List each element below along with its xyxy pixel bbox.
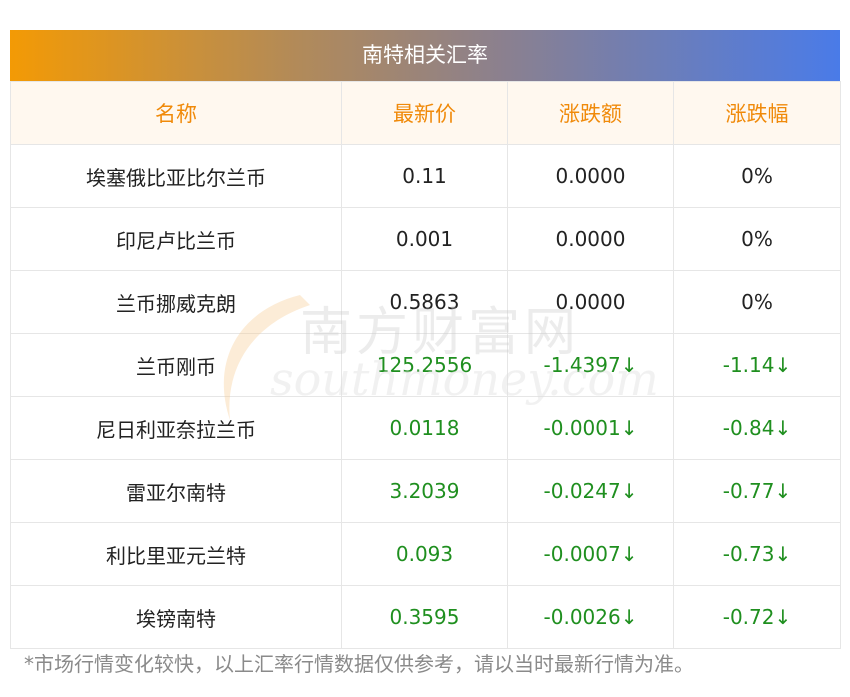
- cell-pct: -1.14↓: [673, 333, 841, 397]
- cell-price: 0.5863: [341, 270, 508, 334]
- cell-change: -0.0001↓: [507, 396, 674, 460]
- cell-pct: 0%: [673, 207, 841, 271]
- cell-price: 0.11: [341, 144, 508, 208]
- cell-name: 雷亚尔南特: [10, 459, 342, 523]
- header-row: 名称 最新价 涨跌额 涨跌幅: [10, 81, 841, 145]
- col-header-pct: 涨跌幅: [673, 81, 841, 145]
- table-title: 南特相关汇率: [10, 30, 840, 81]
- cell-pct: -0.72↓: [673, 585, 841, 649]
- cell-price: 3.2039: [341, 459, 508, 523]
- cell-change: -1.4397↓: [507, 333, 674, 397]
- col-header-name: 名称: [10, 81, 342, 145]
- cell-change: 0.0000: [507, 207, 674, 271]
- cell-pct: 0%: [673, 270, 841, 334]
- cell-change: -0.0007↓: [507, 522, 674, 586]
- table-row: 埃镑南特 0.3595 -0.0026↓ -0.72↓: [10, 585, 841, 649]
- table-row: 尼日利亚奈拉兰币 0.0118 -0.0001↓ -0.84↓: [10, 396, 841, 460]
- cell-change: -0.0247↓: [507, 459, 674, 523]
- cell-pct: 0%: [673, 144, 841, 208]
- table-row: 印尼卢比兰币 0.001 0.0000 0%: [10, 207, 841, 271]
- cell-name: 印尼卢比兰币: [10, 207, 342, 271]
- cell-name: 埃塞俄比亚比尔兰币: [10, 144, 342, 208]
- cell-name: 兰币刚币: [10, 333, 342, 397]
- cell-price: 0.3595: [341, 585, 508, 649]
- cell-pct: -0.73↓: [673, 522, 841, 586]
- table-row: 兰币刚币 125.2556 -1.4397↓ -1.14↓: [10, 333, 841, 397]
- table-row: 兰币挪威克朗 0.5863 0.0000 0%: [10, 270, 841, 334]
- cell-change: -0.0026↓: [507, 585, 674, 649]
- disclaimer-note: *市场行情变化较快，以上汇率行情数据仅供参考，请以当时最新行情为准。: [24, 652, 694, 676]
- cell-change: 0.0000: [507, 144, 674, 208]
- cell-change: 0.0000: [507, 270, 674, 334]
- cell-pct: -0.77↓: [673, 459, 841, 523]
- table-row: 雷亚尔南特 3.2039 -0.0247↓ -0.77↓: [10, 459, 841, 523]
- rates-panel: 南特相关汇率 名称 最新价 涨跌额 涨跌幅 埃塞俄比亚比尔兰币 0.11 0.000…: [10, 30, 841, 649]
- rates-table: 名称 最新价 涨跌额 涨跌幅 埃塞俄比亚比尔兰币 0.11 0.0000 0% 印尼卢比…: [10, 81, 841, 649]
- cell-price: 0.0118: [341, 396, 508, 460]
- col-header-change: 涨跌额: [507, 81, 674, 145]
- cell-name: 埃镑南特: [10, 585, 342, 649]
- cell-pct: -0.84↓: [673, 396, 841, 460]
- table-row: 埃塞俄比亚比尔兰币 0.11 0.0000 0%: [10, 144, 841, 208]
- cell-name: 兰币挪威克朗: [10, 270, 342, 334]
- cell-name: 利比里亚元兰特: [10, 522, 342, 586]
- cell-price: 125.2556: [341, 333, 508, 397]
- table-row: 利比里亚元兰特 0.093 -0.0007↓ -0.73↓: [10, 522, 841, 586]
- cell-price: 0.001: [341, 207, 508, 271]
- col-header-price: 最新价: [341, 81, 508, 145]
- cell-price: 0.093: [341, 522, 508, 586]
- cell-name: 尼日利亚奈拉兰币: [10, 396, 342, 460]
